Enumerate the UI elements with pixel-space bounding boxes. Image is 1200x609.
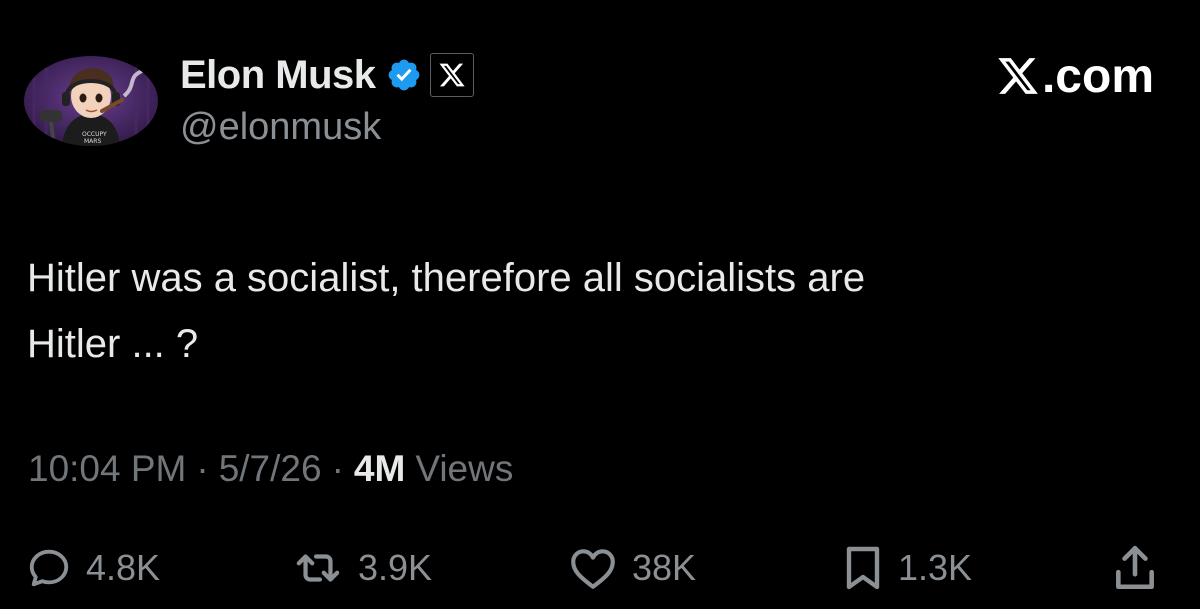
svg-text:OCCUPY: OCCUPY <box>82 131 107 138</box>
avatar-image: OCCUPY MARS <box>24 56 158 146</box>
meta-separator: · <box>196 448 209 489</box>
brand-label: .com <box>1041 49 1154 103</box>
tweet-meta: 10:04 PM · 5/7/26 · 4M Views <box>28 448 513 490</box>
like-count: 38K <box>632 547 697 588</box>
share-icon <box>1112 543 1158 593</box>
tweet-time[interactable]: 10:04 PM <box>28 448 186 490</box>
author-name[interactable]: Elon Musk <box>180 53 376 98</box>
svg-text:MARS: MARS <box>84 138 101 145</box>
x-logo-icon <box>996 54 1040 98</box>
affiliation-badge[interactable] <box>429 53 474 97</box>
avatar[interactable]: OCCUPY MARS <box>24 56 158 146</box>
bookmark-count: 1.3K <box>898 547 973 588</box>
tweet-card: OCCUPY MARS Elon Musk @elonmusk .com Hit… <box>0 0 1200 609</box>
reply-icon <box>26 545 72 591</box>
author-name-row: Elon Musk <box>180 50 474 100</box>
brand-logo: .com <box>996 49 1154 103</box>
like-button[interactable]: 38K <box>568 538 696 598</box>
heart-icon <box>568 545 618 591</box>
reply-count: 4.8K <box>86 547 161 588</box>
bookmark-button[interactable]: 1.3K <box>842 538 972 598</box>
views-count: 4M <box>353 448 406 489</box>
tweet-text: Hitler was a socialist, therefore all so… <box>27 256 866 366</box>
repost-count: 3.9K <box>358 547 433 588</box>
verified-badge-icon[interactable] <box>386 57 422 93</box>
action-bar: 4.8K 3.9K 38K 1.3K <box>0 538 1200 598</box>
views-label: Views <box>415 448 514 489</box>
repost-button[interactable]: 3.9K <box>292 538 432 598</box>
share-button[interactable] <box>1112 538 1172 598</box>
bookmark-icon <box>842 544 884 592</box>
author-handle[interactable]: @elonmusk <box>180 106 381 149</box>
tweet-date[interactable]: 5/7/26 <box>219 448 322 490</box>
meta-separator: · <box>331 448 344 489</box>
reply-button[interactable]: 4.8K <box>26 538 160 598</box>
repost-icon <box>292 545 344 591</box>
x-logo-icon <box>438 63 465 87</box>
